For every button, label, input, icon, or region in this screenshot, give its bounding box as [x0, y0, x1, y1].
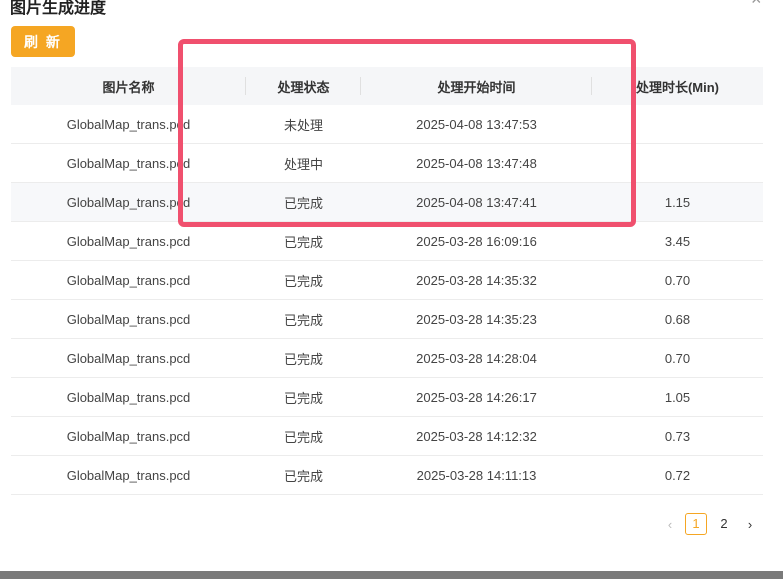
cell-start-time: 2025-03-28 14:35:32	[361, 260, 592, 300]
cell-status: 已完成	[246, 455, 361, 495]
cell-image-name: GlobalMap_trans.pcd	[11, 143, 246, 183]
cell-image-name: GlobalMap_trans.pcd	[11, 105, 246, 144]
cell-duration: 0.73	[592, 416, 763, 456]
cell-start-time: 2025-04-08 13:47:48	[361, 143, 592, 183]
cell-status: 已完成	[246, 338, 361, 378]
table-row: GlobalMap_trans.pcd 处理中 2025-04-08 13:47:4…	[11, 143, 763, 183]
bottom-bar	[0, 571, 783, 579]
close-icon[interactable]: ×	[751, 0, 765, 8]
chevron-left-icon[interactable]: ‹	[661, 517, 679, 532]
cell-status: 未处理	[246, 105, 361, 144]
cell-start-time: 2025-04-08 13:47:53	[361, 105, 592, 144]
header-label: 处理开始时间	[437, 79, 516, 95]
table-row: GlobalMap_trans.pcd 未处理 2025-04-08 13:47:5…	[11, 105, 763, 144]
cell-duration: 3.45	[592, 221, 763, 261]
table-row: GlobalMap_trans.pcd 已完成 2025-03-28 14:28:0…	[11, 338, 763, 378]
cell-duration: 1.05	[592, 377, 763, 417]
cell-status: 已完成	[246, 260, 361, 300]
progress-table: 图片名称 处理状态 处理开始时间 处理时长(Min) GlobalMap_tra…	[11, 67, 763, 495]
page-1-button[interactable]: 1	[685, 513, 707, 535]
cell-image-name: GlobalMap_trans.pcd	[11, 182, 246, 222]
header-label: 处理时长(Min)	[635, 79, 720, 95]
cell-status: 已完成	[246, 299, 361, 339]
cell-status: 已完成	[246, 221, 361, 261]
cell-status: 已完成	[246, 377, 361, 417]
refresh-button[interactable]: 刷 新	[11, 26, 75, 57]
cell-start-time: 2025-03-28 14:12:32	[361, 416, 592, 456]
cell-image-name: GlobalMap_trans.pcd	[11, 299, 246, 339]
cell-start-time: 2025-03-28 14:26:17	[361, 377, 592, 417]
cell-start-time: 2025-03-28 16:09:16	[361, 221, 592, 261]
header-label: 处理状态	[277, 79, 330, 95]
cell-status: 已完成	[246, 416, 361, 456]
cell-image-name: GlobalMap_trans.pcd	[11, 455, 246, 495]
cell-image-name: GlobalMap_trans.pcd	[11, 338, 246, 378]
cell-status: 已完成	[246, 182, 361, 222]
table-row: GlobalMap_trans.pcd 已完成 2025-04-08 13:47:4…	[11, 182, 763, 222]
chevron-right-icon[interactable]: ›	[741, 517, 759, 532]
cell-image-name: GlobalMap_trans.pcd	[11, 377, 246, 417]
cell-image-name: GlobalMap_trans.pcd	[11, 221, 246, 261]
cell-duration	[592, 143, 763, 183]
table-row: GlobalMap_trans.pcd 已完成 2025-03-28 14:35:2…	[11, 299, 763, 339]
cell-duration: 1.15	[592, 182, 763, 222]
cell-start-time: 2025-03-28 14:35:23	[361, 299, 592, 339]
dialog-title: 图片生成进度	[10, 0, 107, 17]
header-duration: 处理时长(Min)	[592, 67, 763, 105]
header-label: 图片名称	[102, 79, 155, 95]
cell-duration: 0.72	[592, 455, 763, 495]
cell-image-name: GlobalMap_trans.pcd	[11, 260, 246, 300]
cell-image-name: GlobalMap_trans.pcd	[11, 416, 246, 456]
header-start-time: 处理开始时间	[361, 67, 592, 105]
header-status: 处理状态	[246, 67, 361, 105]
table-row: GlobalMap_trans.pcd 已完成 2025-03-28 14:11:1…	[11, 455, 763, 495]
cell-duration: 0.70	[592, 260, 763, 300]
cell-status: 处理中	[246, 143, 361, 183]
table-row: GlobalMap_trans.pcd 已完成 2025-03-28 14:26:1…	[11, 377, 763, 417]
pagination: ‹ 1 2 ›	[661, 513, 759, 535]
table-header-row: 图片名称 处理状态 处理开始时间 处理时长(Min)	[11, 67, 763, 105]
cell-start-time: 2025-03-28 14:28:04	[361, 338, 592, 378]
cell-duration: 0.70	[592, 338, 763, 378]
table-row: GlobalMap_trans.pcd 已完成 2025-03-28 16:09:1…	[11, 221, 763, 261]
page-2-button[interactable]: 2	[713, 513, 735, 535]
cell-start-time: 2025-03-28 14:11:13	[361, 455, 592, 495]
cell-duration	[592, 105, 763, 144]
table-row: GlobalMap_trans.pcd 已完成 2025-03-28 14:35:3…	[11, 260, 763, 300]
cell-start-time: 2025-04-08 13:47:41	[361, 182, 592, 222]
cell-duration: 0.68	[592, 299, 763, 339]
header-image-name: 图片名称	[11, 67, 246, 105]
table-row: GlobalMap_trans.pcd 已完成 2025-03-28 14:12:3…	[11, 416, 763, 456]
